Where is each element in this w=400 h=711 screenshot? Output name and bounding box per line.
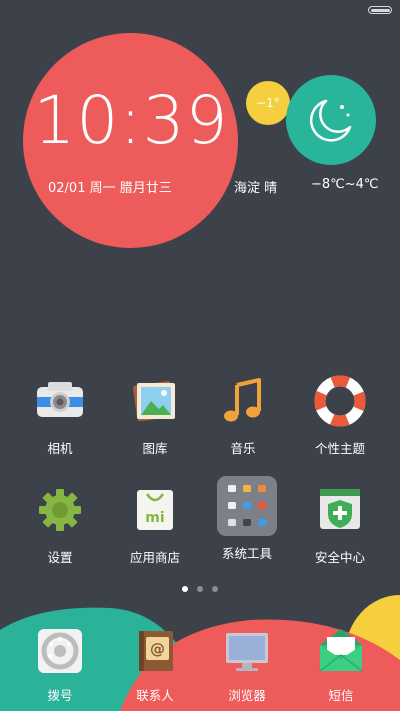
battery-icon [368,6,392,14]
app-store[interactable]: mi 应用商店 [110,484,200,566]
weather-location: 海淀 晴 [234,181,278,196]
music-note-icon [217,375,269,427]
folder-icon [216,475,278,537]
app-music[interactable]: 音乐 [198,375,288,457]
app-security[interactable]: 安全中心 [295,484,385,566]
dock-label: 联系人 [136,688,174,703]
dock-label: 拨号 [47,688,73,703]
app-label: 图库 [142,441,168,456]
camera-icon [34,375,86,427]
shield-icon [314,484,366,536]
svg-text:mi: mi [145,510,164,526]
mi-store-icon: mi [129,484,181,536]
app-label: 应用商店 [129,550,180,565]
app-label: 安全中心 [314,550,365,565]
gallery-icon [129,375,181,427]
app-label: 音乐 [230,441,256,456]
app-camera[interactable]: 相机 [15,375,105,457]
app-label: 设置 [47,550,73,565]
app-themes[interactable]: 个性主题 [295,375,385,457]
dock-label: 浏览器 [228,688,266,703]
clock-time: 10:39 [33,82,229,159]
app-label: 系统工具 [221,546,272,561]
weather-range: −8℃~4℃ [311,177,379,192]
envelope-icon [317,627,365,675]
app-label: 相机 [47,441,73,456]
moon-stars-icon [309,99,352,142]
dock-label: 短信 [328,688,354,703]
weather-widget[interactable] [286,75,376,165]
app-label: 个性主题 [314,441,365,456]
svg-text:@: @ [150,640,165,658]
dock-app-contacts[interactable]: @ 联系人 [110,627,200,704]
dock-app-dialer[interactable]: 拨号 [15,627,105,704]
dock-app-browser[interactable]: 浏览器 [202,627,292,704]
dock-app-messages[interactable]: 短信 [296,627,386,704]
current-temperature[interactable]: −1° [246,81,290,125]
gear-icon [34,484,86,536]
rotary-phone-icon [36,627,84,675]
lifebuoy-icon [314,375,366,427]
app-settings[interactable]: 设置 [15,484,105,566]
monitor-icon [223,627,271,675]
app-gallery[interactable]: 图库 [110,375,200,457]
folder-system-tools[interactable]: 系统工具 [202,475,292,562]
contacts-book-icon: @ [131,627,179,675]
clock-date: 02/01 周一 腊月廿三 [48,181,172,196]
